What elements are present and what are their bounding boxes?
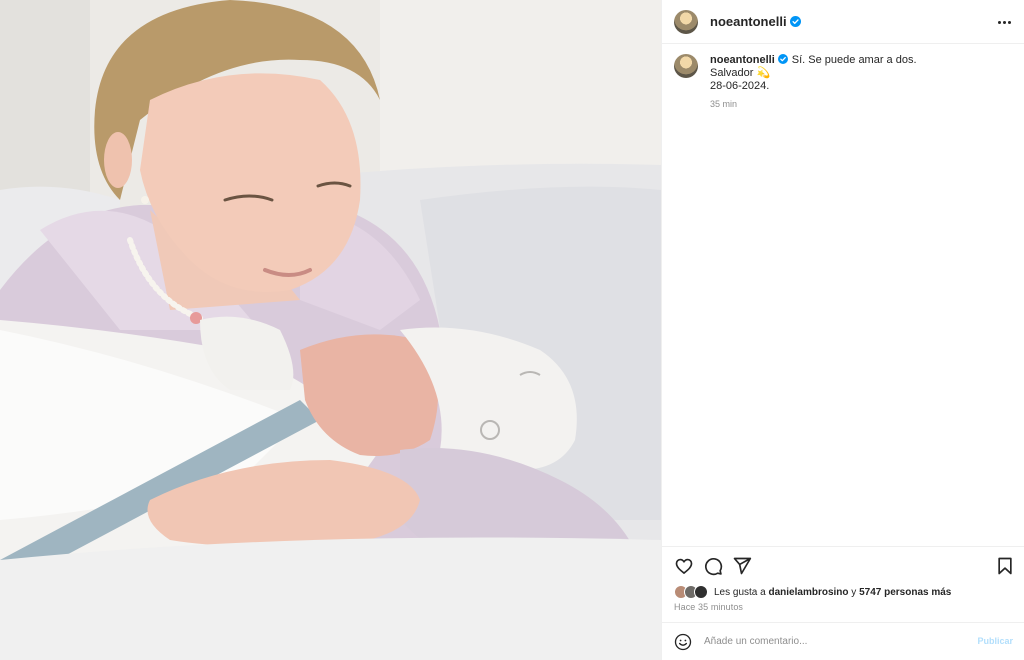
caption-line-2: Salvador 💫 (710, 67, 771, 79)
caption-author-avatar[interactable] (674, 54, 698, 78)
post-photo[interactable] (0, 0, 661, 660)
author-username[interactable]: noeantonelli (710, 14, 787, 29)
likes-prefix: Les gusta a (714, 586, 766, 598)
emoji-icon[interactable] (674, 633, 692, 651)
heart-icon[interactable] (674, 556, 694, 576)
first-liker-username[interactable]: danielambrosino (769, 587, 849, 598)
post-actions (662, 546, 1024, 586)
comment-bar: Publicar (662, 622, 1024, 660)
verified-badge-icon (789, 16, 801, 27)
caption-timestamp[interactable]: 35 min (710, 98, 917, 111)
author-avatar[interactable] (674, 9, 698, 34)
caption-first-line: noeantonelli Sí. Se puede amar a dos. (710, 54, 917, 67)
likes-connector: y (851, 586, 857, 598)
caption-block: noeantonelli Sí. Se puede amar a dos. Sal… (674, 54, 1013, 111)
publish-button[interactable]: Publicar (977, 636, 1013, 646)
comment-icon[interactable] (703, 556, 723, 576)
photo-illustration (0, 0, 661, 660)
bookmark-icon[interactable] (995, 556, 1015, 576)
caption-line-3: 28-06-2024. (710, 80, 770, 92)
send-icon[interactable] (732, 556, 752, 576)
more-options-icon[interactable] (995, 13, 1013, 31)
liker-avatars[interactable] (674, 584, 710, 600)
likes-count-link[interactable]: 5747 personas más (859, 587, 951, 598)
likes-summary: Les gusta a danielambrosino y 5747 perso… (674, 584, 951, 600)
caption-line-1: Sí. Se puede amar a dos. (791, 54, 917, 66)
comment-input[interactable] (704, 636, 954, 647)
post-panel: noeantonelli noeantonelli Sí. Se puede am… (661, 0, 1024, 660)
caption-text: noeantonelli Sí. Se puede amar a dos. Sal… (710, 54, 917, 111)
post-header: noeantonelli (662, 0, 1024, 44)
verified-badge-icon (777, 54, 789, 65)
post-timestamp[interactable]: Hace 35 minutos (674, 602, 743, 612)
caption-author-username[interactable]: noeantonelli (710, 54, 775, 66)
